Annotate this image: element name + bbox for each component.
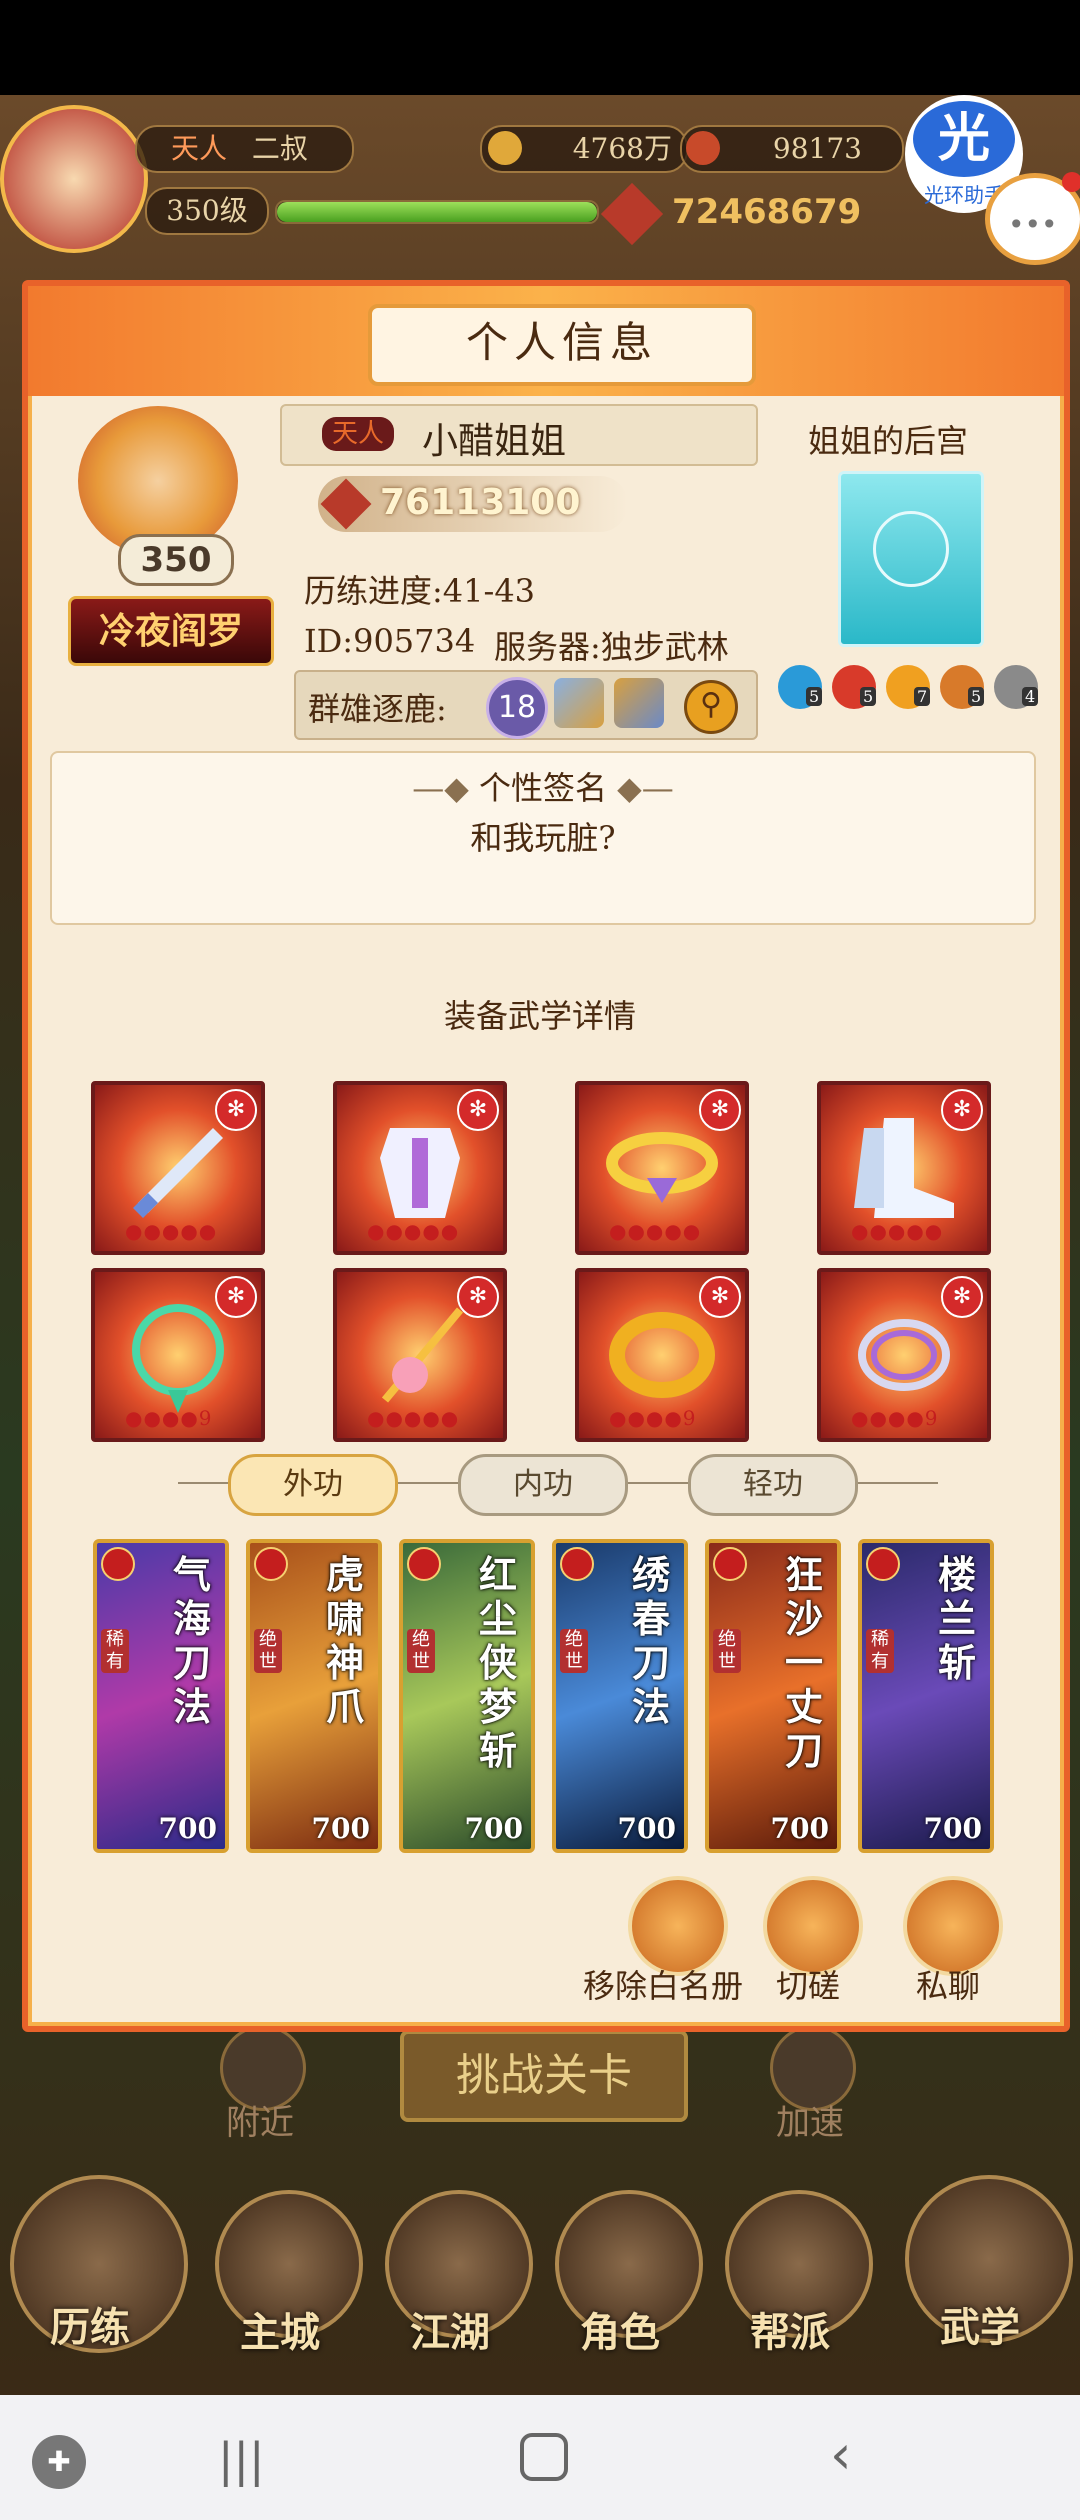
speedup-button[interactable]: 加速 [770,2025,860,2145]
spar-label: 切磋 [776,1967,841,2005]
upgrade-icon: ✻ [699,1276,741,1318]
search-icon[interactable]: ⚲ [684,680,738,734]
skill-card[interactable]: 绝世 狂沙一丈刀 700 [705,1539,841,1853]
equip-slot-necklace[interactable]: ✻ ●●●●9 [91,1268,265,1442]
skill-card[interactable]: 绝世 虎啸神爪 700 [246,1539,382,1853]
equip-slot-belt[interactable]: ✻ ●●●●● [575,1081,749,1255]
system-nav-bar: ✚ ||| ‹ [0,2395,1080,2520]
skill-card[interactable]: 绝世 红尘侠梦斩 700 [399,1539,535,1853]
panel-power: 76113100 [318,476,628,532]
signature-title: —◆ 个性签名 ◆— [412,769,674,807]
equip-slot-boots[interactable]: ✻ ●●●●● [817,1081,991,1255]
nav-guild-label: 帮派 [750,2309,830,2356]
player-id: ID:905734 [304,622,476,660]
dragon-emblem-icon [873,511,949,587]
equip-slot-weapon[interactable]: ✻ ●●●●● [91,1081,265,1255]
player-name: 二叔 [251,132,308,165]
arena-label: 群雄逐鹿: [308,690,447,728]
tab-internal[interactable]: 内功 [458,1454,628,1516]
home-button[interactable] [520,2433,568,2481]
coins-pill: 4768万 [480,125,688,173]
power-icon [600,182,664,246]
remove-whitelist-label: 移除白名册 [583,1967,744,2005]
private-chat-label: 私聊 [916,1967,981,2005]
equip-title: 装备武学详情 [443,997,636,1035]
upgrade-icon: ✻ [215,1089,257,1131]
profile-panel: 个人信息 350 冷夜阎罗 天人 小醋姐姐 76113100 历练进度:41-4… [22,280,1070,2032]
arena-row: 群雄逐鹿: 18 ⚲ [294,670,758,740]
coin-icon [488,131,522,165]
tab-external[interactable]: 外功 [228,1454,398,1516]
equip-slot-armor[interactable]: ✻ ●●●●● [333,1081,507,1255]
server-name: 服务器:独步武林 [494,628,729,666]
harem-title: 姐姐的后宫 [808,422,969,460]
equip-slot-hairpin[interactable]: ✻ ●●●●● [333,1268,507,1442]
crossed-swords-icon [614,678,664,728]
nickname: 小醋姐姐 [422,421,567,462]
upgrade-icon: ✻ [457,1089,499,1131]
upgrade-icon: ✻ [941,1089,983,1131]
player-name-pill: 天人 二叔 [135,125,354,173]
equip-slot-bracelet[interactable]: ✻ ●●●●9 [575,1268,749,1442]
arena-rank-icon: 18 [486,677,548,739]
rank-badge: 天人 [171,132,228,165]
nav-martial-arts-label: 武学 [940,2304,1020,2351]
nav-jianghu-label: 江湖 [410,2309,490,2356]
nav-character-label: 角色 [580,2309,660,2356]
tab-lightness[interactable]: 轻功 [688,1454,858,1516]
training-progress: 历练进度:41-43 [304,572,536,610]
notification-dot [1062,172,1080,192]
challenge-button[interactable]: 挑战关卡 [400,2030,688,2122]
signature-card: —◆ 个性签名 ◆— 和我玩脏? [50,751,1036,925]
ingots-pill: 98173 [680,125,904,173]
skill-card[interactable]: 稀有 气海刀法 700 [93,1539,229,1853]
title-badge: 冷夜阎罗 [68,596,274,666]
exp-bar [275,200,599,224]
skill-card[interactable]: 稀有 楼兰斩 700 [858,1539,994,1853]
nav-training-label: 历练 [50,2304,130,2351]
nearby-button[interactable]: 附近 [220,2025,310,2145]
harem-stats: 5 5 7 5 4 [778,661,1068,711]
recent-apps-button[interactable]: ||| [218,2433,265,2487]
level-pill: 350级 [145,187,269,235]
signature-text: 和我玩脏? [470,819,616,857]
rank-badge: 天人 [322,417,395,451]
assistant-logo: 光 [913,101,1015,177]
game-controller-icon[interactable]: ✚ [32,2435,86,2489]
upgrade-icon: ✻ [941,1276,983,1318]
player-avatar[interactable] [0,105,148,253]
chat-bubble-icon[interactable]: ••• [985,172,1080,265]
status-bar [0,0,1080,95]
panel-title: 个人信息 [368,304,756,386]
trophy-icon [554,678,604,728]
nav-main-city-label: 主城 [240,2309,320,2356]
upgrade-icon: ✻ [457,1276,499,1318]
skill-card[interactable]: 绝世 绣春刀法 700 [552,1539,688,1853]
name-plate: 天人 小醋姐姐 [280,404,758,466]
upgrade-icon: ✻ [215,1276,257,1318]
power-display: 72468679 [600,182,861,246]
avatar-level: 350 [118,534,234,586]
equip-slot-ring[interactable]: ✻ ●●●●9 [817,1268,991,1442]
back-button[interactable]: ‹ [830,2423,852,2486]
ingot-icon [686,131,720,165]
upgrade-icon: ✻ [699,1089,741,1131]
power-icon [320,478,372,530]
